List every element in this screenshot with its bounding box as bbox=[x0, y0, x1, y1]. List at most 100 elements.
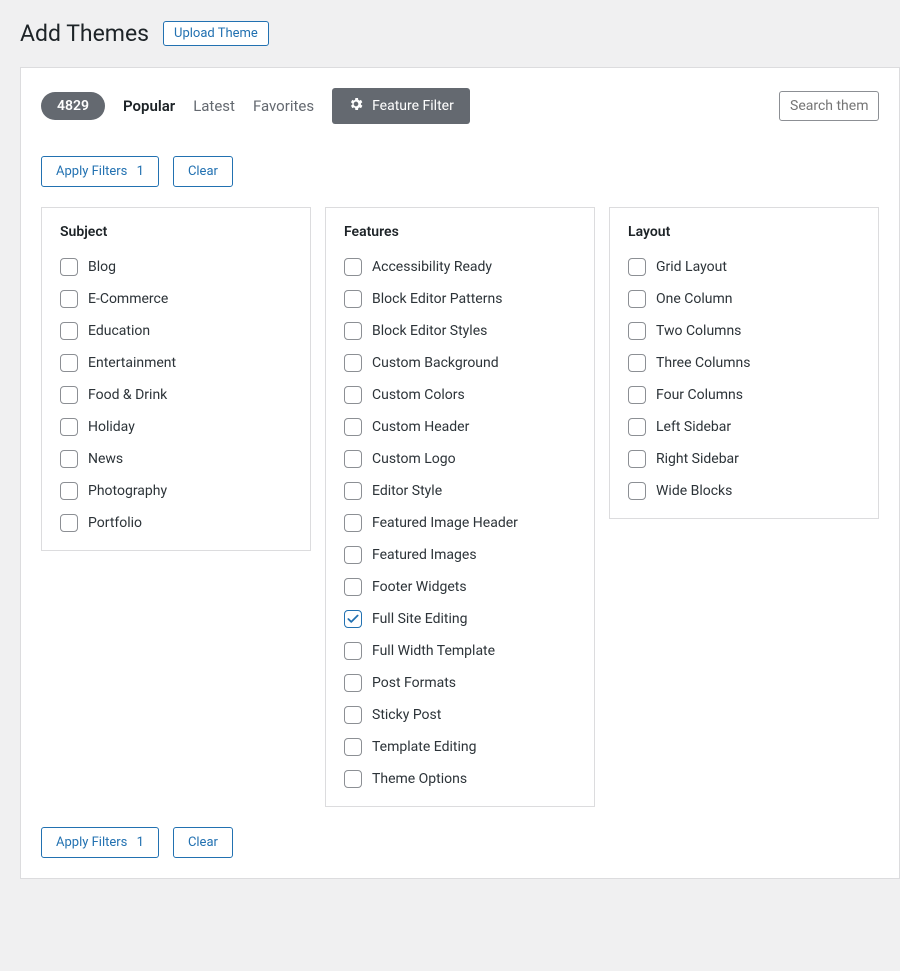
checkbox-icon bbox=[344, 578, 362, 596]
checkbox-icon bbox=[344, 738, 362, 756]
feature-filter-label: Feature Filter bbox=[372, 98, 454, 114]
filter-checkbox-layout[interactable]: Three Columns bbox=[628, 354, 860, 372]
filter-checkbox-subject[interactable]: E-Commerce bbox=[60, 290, 292, 308]
filter-checkbox-subject[interactable]: Portfolio bbox=[60, 514, 292, 532]
checkbox-icon bbox=[344, 642, 362, 660]
filter-checkbox-layout[interactable]: Grid Layout bbox=[628, 258, 860, 276]
filter-checkbox-features[interactable]: Accessibility Ready bbox=[344, 258, 576, 276]
filter-label: Featured Image Header bbox=[372, 515, 518, 531]
checkbox-icon bbox=[628, 322, 646, 340]
checkbox-icon bbox=[60, 450, 78, 468]
clear-filters-button[interactable]: Clear bbox=[173, 827, 233, 858]
checkbox-icon bbox=[628, 258, 646, 276]
filter-checkbox-subject[interactable]: Entertainment bbox=[60, 354, 292, 372]
filter-label: Featured Images bbox=[372, 547, 477, 563]
nav-link-popular[interactable]: Popular bbox=[123, 97, 175, 115]
theme-count-badge: 4829 bbox=[41, 92, 105, 120]
filter-label: Education bbox=[88, 323, 150, 339]
filter-label: Right Sidebar bbox=[656, 451, 739, 467]
checkbox-icon bbox=[344, 418, 362, 436]
filter-checkbox-features[interactable]: Block Editor Patterns bbox=[344, 290, 576, 308]
checkbox-icon bbox=[344, 674, 362, 692]
checkbox-icon bbox=[344, 482, 362, 500]
checkbox-icon bbox=[344, 290, 362, 308]
clear-filters-button[interactable]: Clear bbox=[173, 156, 233, 187]
nav-link-favorites[interactable]: Favorites bbox=[253, 97, 314, 115]
search-input[interactable] bbox=[779, 91, 879, 121]
filter-checkbox-layout[interactable]: Left Sidebar bbox=[628, 418, 860, 436]
filter-actions-top: Apply Filters 1 Clear bbox=[41, 156, 879, 187]
filter-col-title: Features bbox=[344, 224, 576, 240]
filter-checkbox-features[interactable]: Custom Logo bbox=[344, 450, 576, 468]
filter-checkbox-subject[interactable]: Holiday bbox=[60, 418, 292, 436]
filter-checkbox-features[interactable]: Custom Header bbox=[344, 418, 576, 436]
filter-label: Portfolio bbox=[88, 515, 142, 531]
filter-col-layout: Layout Grid LayoutOne ColumnTwo ColumnsT… bbox=[609, 207, 879, 519]
filter-checkbox-features[interactable]: Featured Image Header bbox=[344, 514, 576, 532]
filter-checkbox-subject[interactable]: News bbox=[60, 450, 292, 468]
checkbox-icon bbox=[60, 386, 78, 404]
filter-col-title: Subject bbox=[60, 224, 292, 240]
upload-theme-button[interactable]: Upload Theme bbox=[163, 21, 269, 46]
checkbox-icon bbox=[60, 514, 78, 532]
filter-checkbox-subject[interactable]: Education bbox=[60, 322, 292, 340]
filter-label: Entertainment bbox=[88, 355, 176, 371]
filter-checkbox-layout[interactable]: Four Columns bbox=[628, 386, 860, 404]
filter-label: Custom Logo bbox=[372, 451, 456, 467]
filter-nav: 4829 Popular Latest Favorites Feature Filt… bbox=[41, 88, 879, 124]
filter-checkbox-features[interactable]: Full Width Template bbox=[344, 642, 576, 660]
nav-link-latest[interactable]: Latest bbox=[193, 97, 235, 115]
filter-label: Theme Options bbox=[372, 771, 467, 787]
filter-label: Editor Style bbox=[372, 483, 442, 499]
checkbox-icon bbox=[60, 482, 78, 500]
page-header: Add Themes Upload Theme bbox=[20, 20, 900, 47]
checkbox-icon bbox=[344, 450, 362, 468]
checkbox-icon bbox=[344, 546, 362, 564]
filter-label: Template Editing bbox=[372, 739, 476, 755]
filter-checkbox-subject[interactable]: Blog bbox=[60, 258, 292, 276]
filter-label: Block Editor Styles bbox=[372, 323, 487, 339]
filter-checkbox-features[interactable]: Full Site Editing bbox=[344, 610, 576, 628]
checkbox-icon bbox=[628, 354, 646, 372]
filter-checkbox-features[interactable]: Featured Images bbox=[344, 546, 576, 564]
filter-label: Footer Widgets bbox=[372, 579, 467, 595]
filter-checkbox-subject[interactable]: Photography bbox=[60, 482, 292, 500]
checkbox-icon bbox=[60, 258, 78, 276]
filter-checkbox-features[interactable]: Post Formats bbox=[344, 674, 576, 692]
apply-count: 1 bbox=[137, 835, 144, 850]
filter-checkbox-features[interactable]: Theme Options bbox=[344, 770, 576, 788]
themes-panel: 4829 Popular Latest Favorites Feature Filt… bbox=[20, 67, 900, 879]
checkbox-icon bbox=[344, 258, 362, 276]
apply-filters-button[interactable]: Apply Filters 1 bbox=[41, 156, 159, 187]
filter-checkbox-layout[interactable]: Right Sidebar bbox=[628, 450, 860, 468]
filter-checkbox-layout[interactable]: Two Columns bbox=[628, 322, 860, 340]
checkbox-icon bbox=[344, 514, 362, 532]
checkbox-icon bbox=[628, 418, 646, 436]
filter-label: Accessibility Ready bbox=[372, 259, 492, 275]
filter-checkbox-features[interactable]: Sticky Post bbox=[344, 706, 576, 724]
filter-label: Post Formats bbox=[372, 675, 456, 691]
checkbox-icon bbox=[344, 354, 362, 372]
filter-checkbox-features[interactable]: Editor Style bbox=[344, 482, 576, 500]
filter-checkbox-features[interactable]: Footer Widgets bbox=[344, 578, 576, 596]
filter-actions-bottom: Apply Filters 1 Clear bbox=[41, 827, 879, 858]
filter-checkbox-layout[interactable]: One Column bbox=[628, 290, 860, 308]
filter-checkbox-features[interactable]: Template Editing bbox=[344, 738, 576, 756]
filter-label: Custom Colors bbox=[372, 387, 465, 403]
apply-filters-button[interactable]: Apply Filters 1 bbox=[41, 827, 159, 858]
checkbox-icon bbox=[344, 706, 362, 724]
checkbox-icon bbox=[344, 610, 362, 628]
filter-label: Blog bbox=[88, 259, 116, 275]
filter-checkbox-features[interactable]: Custom Background bbox=[344, 354, 576, 372]
checkbox-icon bbox=[628, 386, 646, 404]
filter-checkbox-features[interactable]: Block Editor Styles bbox=[344, 322, 576, 340]
feature-filter-button[interactable]: Feature Filter bbox=[332, 88, 470, 124]
filter-columns: Subject Blog E-Commerce Education Entertain… bbox=[41, 207, 879, 807]
checkbox-icon bbox=[628, 482, 646, 500]
filter-label: Photography bbox=[88, 483, 167, 499]
filter-checkbox-features[interactable]: Custom Colors bbox=[344, 386, 576, 404]
filter-checkbox-subject[interactable]: Food & Drink bbox=[60, 386, 292, 404]
filter-label: Left Sidebar bbox=[656, 419, 731, 435]
filter-checkbox-layout[interactable]: Wide Blocks bbox=[628, 482, 860, 500]
apply-count: 1 bbox=[137, 164, 144, 179]
